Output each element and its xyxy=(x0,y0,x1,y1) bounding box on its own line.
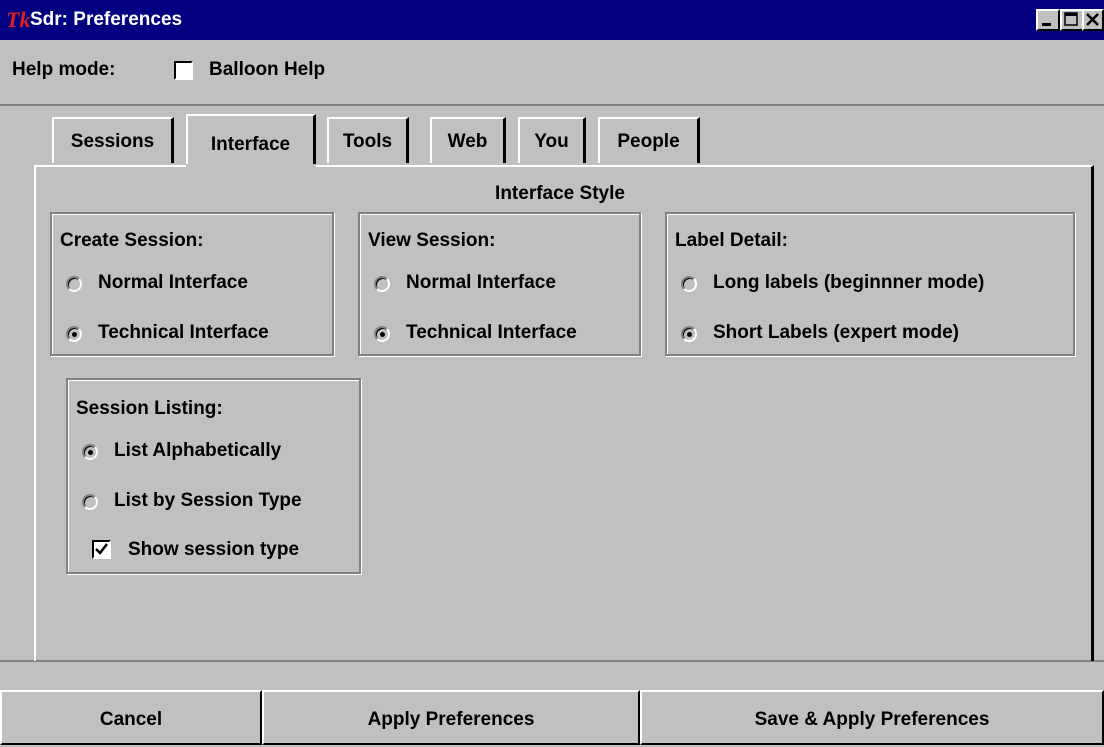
tab-interface[interactable]: Interface xyxy=(186,114,316,168)
show-session-type-label: Show session type xyxy=(128,539,300,560)
create-normal-label: Normal Interface xyxy=(98,272,248,293)
checkmark-icon xyxy=(95,543,108,555)
session-listing-group: Session Listing: List Alphabetically Lis… xyxy=(66,378,361,574)
maximize-icon xyxy=(1064,12,1078,26)
view-session-group: View Session: Normal Interface Technical… xyxy=(358,212,641,356)
label-long-radio[interactable] xyxy=(681,276,697,292)
maximize-button[interactable] xyxy=(1060,9,1084,31)
list-by-type-label: List by Session Type xyxy=(114,490,302,511)
view-normal-label: Normal Interface xyxy=(406,272,556,293)
active-tab-joint xyxy=(186,164,316,169)
minimize-icon xyxy=(1042,23,1051,26)
label-detail-label: Label Detail: xyxy=(675,230,788,251)
tk-logo-icon: Tk xyxy=(6,7,31,32)
balloon-help-checkbox[interactable] xyxy=(174,61,193,80)
view-normal-radio[interactable] xyxy=(374,276,390,292)
minimize-button[interactable] xyxy=(1036,9,1060,31)
balloon-help-label: Balloon Help xyxy=(209,59,326,80)
view-session-label: View Session: xyxy=(368,230,496,251)
tab-web[interactable]: Web xyxy=(430,117,506,163)
create-technical-label: Technical Interface xyxy=(98,322,269,343)
create-normal-radio[interactable] xyxy=(66,276,82,292)
tab-you[interactable]: You xyxy=(518,117,586,163)
show-session-type-checkbox[interactable] xyxy=(92,540,111,559)
label-short-radio[interactable] xyxy=(681,326,697,342)
view-technical-radio[interactable] xyxy=(374,326,390,342)
label-long-label: Long labels (beginnner mode) xyxy=(713,272,985,293)
save-apply-preferences-button[interactable]: Save & Apply Preferences xyxy=(640,690,1104,745)
view-technical-label: Technical Interface xyxy=(406,322,577,343)
session-listing-label: Session Listing: xyxy=(76,398,223,419)
list-alphabetically-label: List Alphabetically xyxy=(114,440,282,461)
window-title: Sdr: Preferences xyxy=(30,9,183,30)
help-mode-bar xyxy=(0,40,1104,106)
tab-people[interactable]: People xyxy=(598,117,700,163)
apply-preferences-button[interactable]: Apply Preferences xyxy=(262,690,640,745)
tab-tools[interactable]: Tools xyxy=(327,117,409,163)
label-detail-group: Label Detail: Long labels (beginnner mod… xyxy=(665,212,1075,356)
label-short-label: Short Labels (expert mode) xyxy=(713,322,959,343)
help-mode-label: Help mode: xyxy=(12,59,116,80)
title-bar: Tk Sdr: Preferences xyxy=(0,0,1104,40)
cancel-button[interactable]: Cancel xyxy=(0,690,262,745)
tab-sessions[interactable]: Sessions xyxy=(52,117,174,163)
status-strip xyxy=(0,660,1104,690)
create-session-group: Create Session: Normal Interface Technic… xyxy=(50,212,334,356)
close-button[interactable] xyxy=(1082,9,1104,31)
close-icon xyxy=(1086,13,1099,26)
create-technical-radio[interactable] xyxy=(66,326,82,342)
list-alphabetically-radio[interactable] xyxy=(82,444,98,460)
interface-style-title: Interface Style xyxy=(495,183,625,204)
list-by-type-radio[interactable] xyxy=(82,494,98,510)
create-session-label: Create Session: xyxy=(60,230,204,251)
